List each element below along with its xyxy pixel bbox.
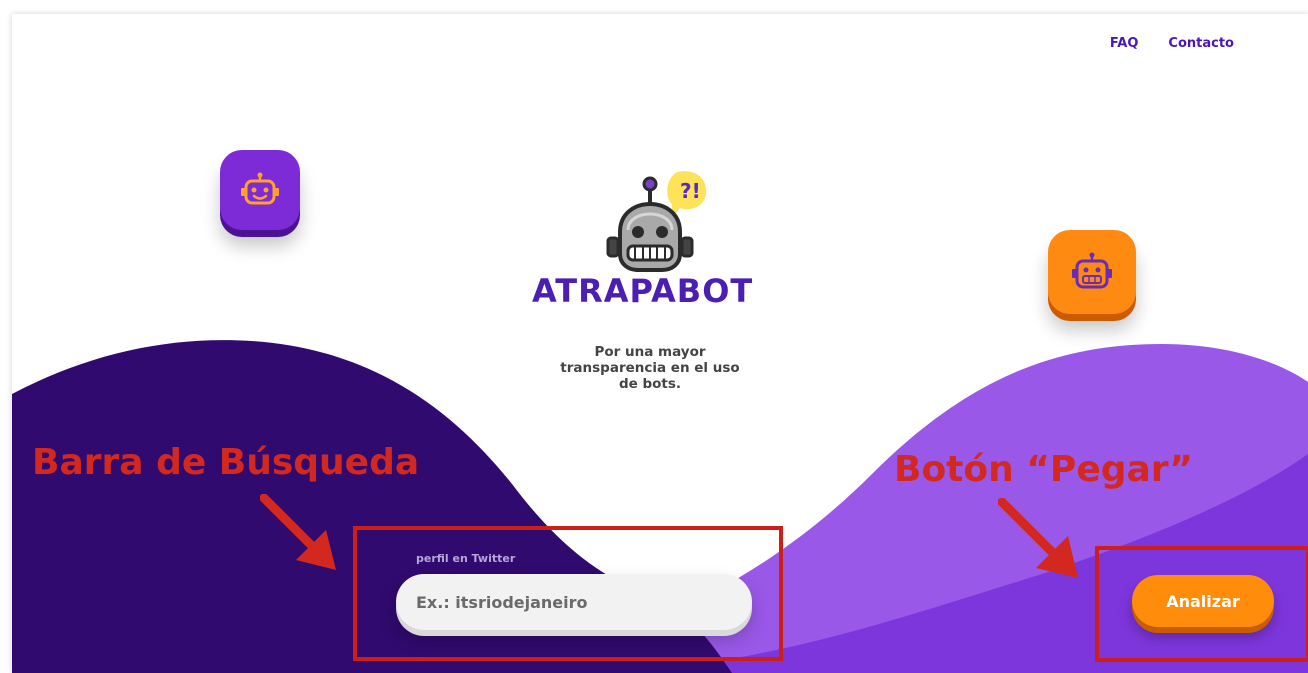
nav-link-contacto[interactable]: Contacto bbox=[1168, 36, 1234, 51]
floating-robot-badge-orange bbox=[1048, 230, 1136, 314]
annotation-search-bar-label: Barra de Búsqueda bbox=[32, 442, 420, 483]
robot-mascot-icon: ?! bbox=[606, 171, 707, 272]
twitter-profile-search-input[interactable] bbox=[396, 574, 752, 630]
annotation-arrow-icon bbox=[260, 494, 336, 570]
search-field-label: perfil en Twitter bbox=[416, 552, 516, 565]
top-nav: FAQ Contacto bbox=[1110, 36, 1234, 51]
analyze-button[interactable]: Analizar bbox=[1132, 575, 1274, 627]
page-frame: FAQ Contacto ?! ATRAPABOT Por una mayor … bbox=[12, 14, 1308, 673]
nav-link-faq[interactable]: FAQ bbox=[1110, 36, 1139, 51]
brand-tagline: Por una mayor transparencia en el uso de… bbox=[560, 344, 740, 392]
mascot-badge-text: ?! bbox=[680, 179, 701, 203]
robot-icon bbox=[241, 172, 279, 205]
annotation-arrow-icon bbox=[998, 498, 1078, 578]
robot-icon bbox=[1072, 252, 1112, 289]
floating-robot-badge-purple bbox=[220, 150, 300, 230]
brand-logo-text: ATRAPABOT bbox=[532, 272, 754, 310]
annotation-paste-button-label: Botón “Pegar” bbox=[894, 449, 1193, 490]
